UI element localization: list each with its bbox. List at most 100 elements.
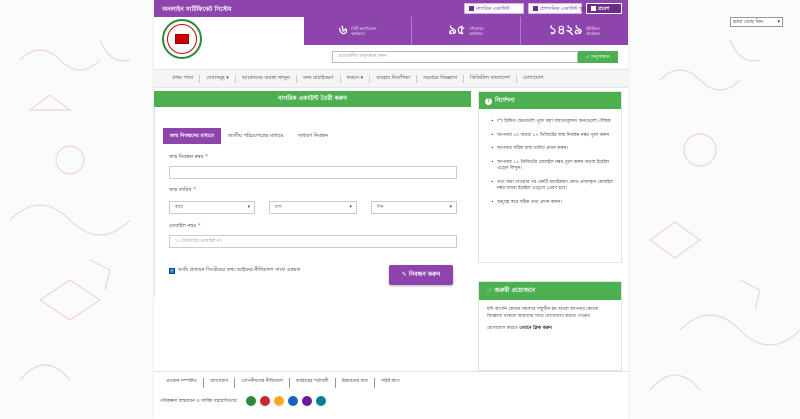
call-prefix: যোগাযোগ করতে [487,326,518,331]
search-button[interactable]: ⌕ অনুসন্ধান [578,51,618,63]
top-bar: অনলাইন সার্টিফিকেট সিস্টেম নাগরিক একাউন্… [154,0,628,17]
partner-logo [287,396,298,406]
question-icon: ? [485,98,492,105]
required-mark: * [198,223,201,229]
nav-item-home[interactable]: প্রথম পাতা [166,74,201,83]
admin-account-button[interactable]: প্রশাসনিক একাউন্ট খুলুন [528,3,589,14]
partners-label: পরিকল্পনা বাস্তবায়ন ও সার্বিক সহযোগিতায… [160,398,238,404]
search-row: প্রয়োজনীয় অনুসন্ধান করুন ⌕ অনুসন্ধান [154,45,628,69]
language-select-value: ভাষা বেছে নিন [733,19,763,25]
list-item: তথ্য জমা দেওয়ার পর একটি যাচাইকরণ কোড প্… [491,180,613,193]
admin-account-label: প্রশাসনিক একাউন্ট খুলুন [540,6,590,12]
citizen-account-label: নাগরিক একাউন্ট [476,6,510,12]
registration-form: জন্ম নিবন্ধনের মাধ্যমে জাতীয় পরিচয়পত্র… [154,107,471,297]
emergency-call: যোগাযোগ করতে এখানে ক্লিক করুন [479,320,621,333]
agree-checkbox[interactable]: ✓ [169,268,175,274]
birth-reg-label: জন্ম নিবন্ধন নম্বর * [169,154,208,162]
footer-divider [154,371,628,372]
day-select[interactable]: দিন [371,201,457,214]
guide-title-text: নির্দেশনা [495,97,515,104]
tab-national-id[interactable]: জাতীয় পরিচয়পত্রের মাধ্যমে [221,128,291,144]
pencil-icon: ✎ [401,271,409,278]
stat-label: পৌরসভা কার্যক্রমে [469,26,484,36]
chevron-down-icon: ▾ [777,19,780,25]
tab-birth-registration[interactable]: জন্ম নিবন্ধনের মাধ্যমে [163,128,221,144]
citizen-account-button[interactable]: নাগরিক একাউন্ট [464,3,524,14]
stats-bar: ৬ সিটি কর্পোরেশন কার্যক্রমে ৯৫ পৌরসভা কা… [304,17,628,45]
emergency-text: যদি আপনি কোনো সমস্যার সম্মুখীন হন অথবা আ… [487,307,599,319]
agree-label: আমি প্রত্যয়ন সিস্টেমের তথ্য আইনের নীতিম… [178,267,301,273]
required-mark: * [193,187,197,193]
birth-reg-input[interactable] [169,166,457,179]
nav-item-faq[interactable]: সচরাচর জিজ্ঞাসা [417,74,465,83]
form-title: নাগরিক একাউন্ট তৈরী করুন [154,91,471,107]
footer-link-sitemap[interactable]: সাইট ম্যাপ [375,378,406,388]
language-select[interactable]: ভাষা বেছে নিন ▾ [730,17,783,27]
stat-number: ১৪২৯ [548,22,583,38]
search-input[interactable]: প্রয়োজনীয় অনুসন্ধান করুন [332,51,578,63]
stat-label: সিটি কর্পোরেশন কার্যক্রমে [351,26,377,36]
header: ৬ সিটি কর্পোরেশন কার্যক্রমে ৯৫ পৌরসভা কা… [154,17,628,59]
nav-item-contact[interactable]: যোগাযোগ [517,75,550,83]
list-item: অনুগ্রহ করে সঠিক তথ্য প্রদান করুন। [491,200,613,207]
form-tabs: জন্ম নিবন্ধনের মাধ্যমে জাতীয় পরিচয়পত্র… [163,128,335,144]
guide-list: (*) চিহ্নিত ক্ষেত্রগুলি পূরণ করা বাধ্যতা… [479,109,621,206]
emergency-panel: ☞ জরুরী প্রয়োজনে যদি আপনি কোনো সমস্যার … [478,281,622,371]
page-container: অনলাইন সার্টিফিকেট সিস্টেম নাগরিক একাউন্… [154,0,628,419]
register-button[interactable]: ✎ নিবন্ধন করুন [389,265,453,285]
contact-link[interactable]: এখানে ক্লিক করুন [519,326,552,331]
stat-city: ৬ সিটি কর্পোরেশন কার্যক্রমে [304,17,413,45]
list-item: আপনার ১০ অথবা ১৭ ডিজিটের জন্ম নিবন্ধন নম… [491,133,613,140]
footer-link-innovation[interactable]: উদ্ভাবনের কথা [336,378,375,388]
birth-date-label: জন্ম তারিখ * [169,187,196,195]
partner-logo [259,396,270,406]
nav-item-guide[interactable]: ব্যবহার নির্দেশিকা [370,74,418,83]
search-button-label: অনুসন্ধান [590,54,610,60]
login-label: প্রবেশ [598,6,610,12]
footer-link-contact[interactable]: যোগাযোগ [204,378,236,388]
nav-item-verify[interactable]: সনদ যাচাইকরণ [297,74,341,83]
mobile-input[interactable]: ১১ ডিজিটের মোবাইল নং [169,235,457,248]
user-icon [469,5,474,11]
footer-links: প্রত্যয়ন সম্পর্কিত যোগাযোগ গোপনীয়তার ন… [154,378,628,388]
month-select[interactable]: মাস [269,201,357,214]
nav-item-status[interactable]: আবেদনের অবস্থা জানুন [236,74,297,83]
agree-checkbox-row[interactable]: ✓ আমি প্রত্যয়ন সিস্টেমের তথ্য আইনের নীত… [169,267,300,275]
tab-general[interactable]: সাধারণ নিবন্ধন [290,128,335,144]
required-mark: * [205,154,208,160]
monitor-icon [175,34,189,44]
login-button[interactable]: প্রবেশ [586,3,622,14]
footer-link-terms[interactable]: ব্যবহারের শর্তাবলী [290,378,336,388]
year-select[interactable]: বছর [169,201,255,214]
emergency-title-text: জরুরী প্রয়োজনে [494,287,536,294]
footer-link-privacy[interactable]: গোপনীয়তার নীতিমালা [235,378,290,388]
nav-label: সেবাসমূহ [206,74,225,81]
stat-union: ১৪২৯ ইউনিয়ন কার্যক্রমে [521,17,628,45]
list-item: (*) চিহ্নিত ক্ষেত্রগুলি পূরণ করা বাধ্যতা… [491,119,613,126]
stat-number: ৬ [338,22,348,38]
lock-icon [591,5,596,11]
guide-title: ? নির্দেশনা [479,92,621,109]
nav-item-digital-bd[interactable]: ডিজিটাল বাংলাদেশ [464,74,517,83]
nav-label: ফরমস [346,74,360,81]
main-nav: প্রথম পাতা সেবাসমূহ ▾ আবেদনের অবস্থা জান… [154,69,628,88]
user-plus-icon [533,5,538,11]
nav-item-services[interactable]: সেবাসমূহ ▾ [200,74,236,83]
list-item: আপনার সঠিক জন্ম তারিখ প্রদান করুন। [491,146,613,153]
stat-label: ইউনিয়ন কার্যক্রমে [586,26,600,36]
mobile-label: মোবাইল নম্বর * [169,223,201,231]
register-button-label: নিবন্ধন করুন [408,271,441,278]
partner-logo [315,396,326,406]
partners-row: পরিকল্পনা বাস্তবায়ন ও সার্বিক সহযোগিতায… [160,396,326,406]
partner-logo [245,396,256,406]
stat-number: ৯৫ [448,22,466,38]
partner-logo [301,396,312,406]
label-text: জন্ম তারিখ [169,187,192,193]
stat-municipality: ৯৫ পৌরসভা কার্যক্রমে [412,17,521,45]
partner-logo [273,396,284,406]
list-item: আপনার ১১ ডিজিটের মোবাইল নম্বর পূরণ করুন … [491,160,613,173]
guide-panel: ?নির্দেশনা (*) চিহ্নিত ক্ষেত্রগুলি পূরণ … [478,91,622,263]
footer-link-about[interactable]: প্রত্যয়ন সম্পর্কিত [160,378,204,388]
system-name: অনলাইন সার্টিফিকেট সিস্টেম [162,6,232,13]
nav-item-forms[interactable]: ফরমস ▾ [341,74,371,83]
